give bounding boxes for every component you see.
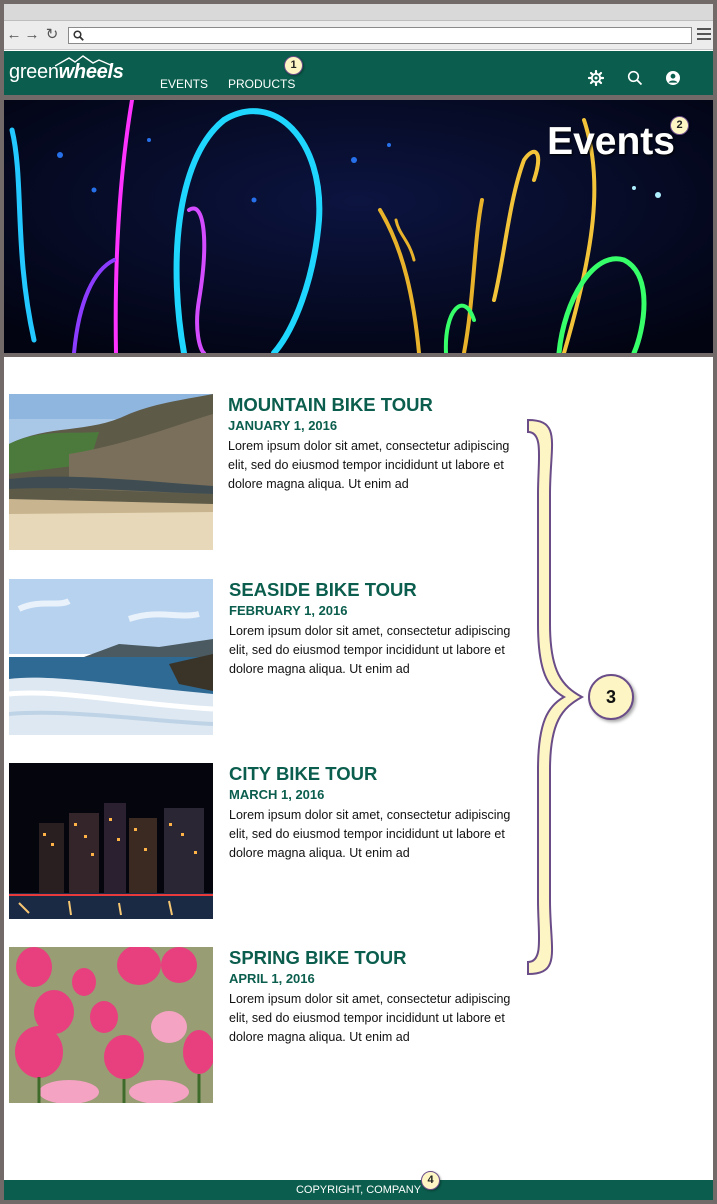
annotation-callout: 2 bbox=[670, 116, 689, 135]
event-description: Lorem ipsum dolor sit amet, consectetur … bbox=[228, 439, 510, 491]
back-icon[interactable]: ← bbox=[6, 26, 22, 44]
event-thumbnail[interactable] bbox=[9, 947, 213, 1103]
event-title[interactable]: MOUNTAIN BIKE TOUR bbox=[228, 394, 518, 416]
site-nav: greenwheels EVENTS PRODUCTS 1 bbox=[4, 51, 713, 95]
event-description: Lorem ipsum dolor sit amet, consectetur … bbox=[229, 808, 511, 860]
forward-icon[interactable]: → bbox=[24, 26, 40, 44]
event-description: Lorem ipsum dolor sit amet, consectetur … bbox=[229, 992, 511, 1044]
event-item[interactable]: MOUNTAIN BIKE TOUR JANUARY 1, 2016 Lorem… bbox=[4, 394, 524, 554]
event-description: Lorem ipsum dolor sit amet, consectetur … bbox=[229, 624, 511, 676]
event-item[interactable]: SPRING BIKE TOUR APRIL 1, 2016 Lorem ips… bbox=[4, 947, 524, 1107]
divider bbox=[4, 353, 713, 357]
menu-icon[interactable] bbox=[697, 28, 711, 42]
annotation-callout: 1 bbox=[284, 56, 303, 75]
reload-icon[interactable]: ↻ bbox=[44, 26, 60, 44]
footer: COPYRIGHT, COMPANY bbox=[4, 1180, 713, 1200]
settings-icon[interactable] bbox=[588, 70, 604, 86]
event-item[interactable]: SEASIDE BIKE TOUR FEBRUARY 1, 2016 Lorem… bbox=[4, 579, 524, 739]
annotation-callout: 3 bbox=[588, 674, 634, 720]
annotation-brace bbox=[527, 418, 585, 976]
event-thumbnail[interactable] bbox=[9, 763, 213, 919]
event-title[interactable]: SPRING BIKE TOUR bbox=[229, 947, 519, 969]
copyright-text: COPYRIGHT, COMPANY bbox=[295, 1184, 422, 1196]
event-thumbnail[interactable] bbox=[9, 394, 213, 550]
search-icon bbox=[73, 30, 84, 41]
event-date: MARCH 1, 2016 bbox=[229, 787, 325, 802]
annotation-callout: 4 bbox=[421, 1171, 440, 1190]
address-bar[interactable] bbox=[68, 27, 692, 44]
hero-banner: Events 2 bbox=[4, 100, 713, 353]
nav-link-products[interactable]: PRODUCTS bbox=[228, 77, 295, 91]
event-date: FEBRUARY 1, 2016 bbox=[229, 603, 348, 618]
nav-link-events[interactable]: EVENTS bbox=[160, 77, 208, 91]
browser-toolbar: ← → ↻ bbox=[4, 21, 713, 50]
search-icon[interactable] bbox=[627, 70, 643, 86]
event-title[interactable]: SEASIDE BIKE TOUR bbox=[229, 579, 519, 601]
event-date: JANUARY 1, 2016 bbox=[228, 418, 338, 433]
event-date: APRIL 1, 2016 bbox=[229, 971, 315, 986]
browser-window: ← → ↻ greenwheels EVENTS PRODUCTS 1 Even… bbox=[4, 4, 713, 1200]
mountain-icon bbox=[55, 55, 114, 67]
event-thumbnail[interactable] bbox=[9, 579, 213, 735]
logo[interactable]: greenwheels bbox=[9, 55, 124, 91]
event-item[interactable]: CITY BIKE TOUR MARCH 1, 2016 Lorem ipsum… bbox=[4, 763, 524, 923]
page-title: Events bbox=[547, 120, 675, 163]
account-icon[interactable] bbox=[665, 70, 681, 86]
event-title[interactable]: CITY BIKE TOUR bbox=[229, 763, 519, 785]
browser-title-bar bbox=[4, 4, 713, 21]
